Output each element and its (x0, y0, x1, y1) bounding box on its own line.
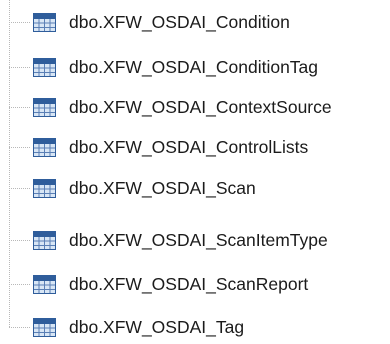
tree-connector (9, 240, 30, 241)
tree-item-table[interactable]: dbo.XFW_OSDAI_ControlLists (0, 132, 390, 162)
tree-connector (9, 284, 30, 285)
table-name: dbo.XFW_OSDAI_ControlLists (69, 137, 309, 157)
table-icon (33, 275, 56, 294)
table-name: dbo.XFW_OSDAI_Tag (69, 317, 245, 337)
tree-item-table[interactable]: dbo.XFW_OSDAI_ConditionTag (0, 52, 390, 82)
table-icon (33, 179, 56, 198)
table-name: dbo.XFW_OSDAI_ScanItemType (69, 230, 328, 250)
table-icon (33, 98, 56, 117)
table-name: dbo.XFW_OSDAI_ContextSource (69, 97, 332, 117)
table-icon (33, 58, 56, 77)
tree-connector (9, 107, 30, 108)
table-name: dbo.XFW_OSDAI_ScanReport (69, 274, 309, 294)
tree-connector (9, 147, 30, 148)
tree-item-table[interactable]: dbo.XFW_OSDAI_ScanItemType (0, 225, 390, 255)
tree-item-table[interactable]: dbo.XFW_OSDAI_ScanReport (0, 269, 390, 299)
tree-connector (9, 22, 30, 23)
tree-item-table[interactable]: dbo.XFW_OSDAI_ContextSource (0, 92, 390, 122)
table-icon (33, 13, 56, 32)
tree-item-table[interactable]: dbo.XFW_OSDAI_Condition (0, 7, 390, 37)
table-icon (33, 138, 56, 157)
tree-item-table[interactable]: dbo.XFW_OSDAI_Tag (0, 312, 390, 342)
table-name: dbo.XFW_OSDAI_Scan (69, 178, 256, 198)
tree-item-table[interactable]: dbo.XFW_OSDAI_Scan (0, 173, 390, 203)
tree-connector (9, 327, 30, 328)
tree-connector (9, 188, 30, 189)
table-icon (33, 318, 56, 337)
table-icon (33, 231, 56, 250)
table-name: dbo.XFW_OSDAI_Condition (69, 12, 290, 32)
object-explorer-tree: dbo.XFW_OSDAI_Condition dbo.XFW_OSDAI_Co… (0, 0, 390, 344)
tree-connector (9, 67, 30, 68)
table-name: dbo.XFW_OSDAI_ConditionTag (69, 57, 319, 77)
